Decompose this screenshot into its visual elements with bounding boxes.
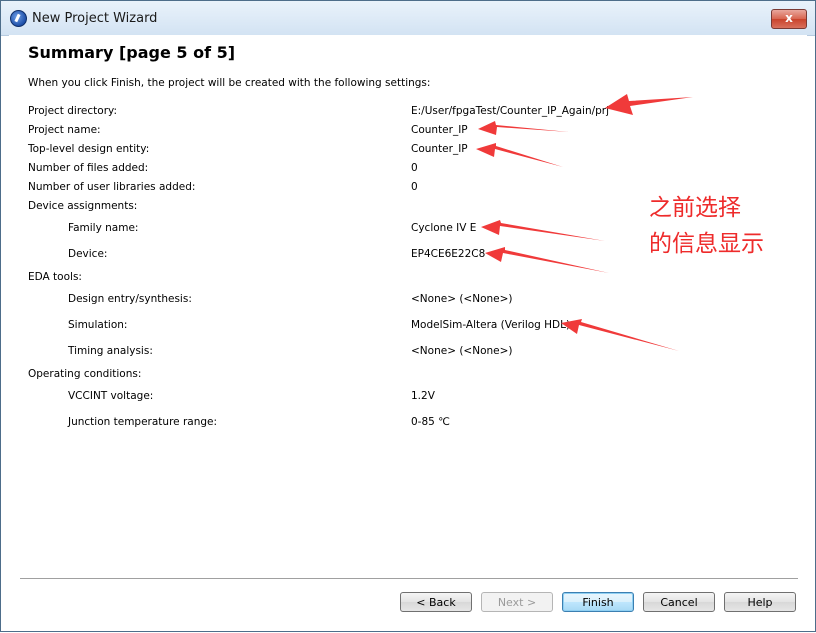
label-timing-analysis: Timing analysis: [68, 345, 153, 357]
title-bar[interactable]: New Project Wizard x [1, 1, 815, 36]
value-junction-temperature: 0-85 ℃ [411, 416, 450, 428]
close-button[interactable]: x [771, 9, 807, 29]
value-top-level-entity: Counter_IP [411, 143, 468, 155]
window-title: New Project Wizard [32, 11, 158, 26]
quartus-icon [10, 10, 27, 27]
value-device: EP4CE6E22C8 [411, 248, 486, 260]
label-project-directory: Project directory: [28, 105, 118, 117]
back-button[interactable]: < Back [400, 592, 472, 612]
annotation-line-1: 之前选择 [649, 195, 741, 221]
label-vccint-voltage: VCCINT voltage: [68, 390, 154, 402]
value-files-added: 0 [411, 162, 418, 174]
page-title: Summary [page 5 of 5] [28, 43, 236, 62]
value-project-name: Counter_IP [411, 124, 468, 136]
label-device: Device: [68, 248, 108, 260]
next-button[interactable]: Next > [481, 592, 553, 612]
value-design-entry: <None> (<None>) [411, 293, 513, 305]
label-user-libraries: Number of user libraries added: [28, 181, 196, 193]
footer-divider [20, 578, 798, 580]
cancel-button[interactable]: Cancel [643, 592, 715, 612]
value-simulation: ModelSim-Altera (Verilog HDL) [411, 319, 571, 331]
value-timing-analysis: <None> (<None>) [411, 345, 513, 357]
label-junction-temperature: Junction temperature range: [68, 416, 218, 428]
label-top-level-entity: Top-level design entity: [28, 143, 150, 155]
label-design-entry: Design entry/synthesis: [68, 293, 192, 305]
annotation-line-2: 的信息显示 [649, 231, 764, 257]
label-simulation: Simulation: [68, 319, 128, 331]
value-vccint-voltage: 1.2V [411, 390, 435, 402]
label-operating-conditions: Operating conditions: [28, 368, 142, 380]
intro-text: When you click Finish, the project will … [28, 77, 431, 89]
value-project-directory: E:/User/fpgaTest/Counter_IP_Again/prj [411, 105, 610, 117]
help-button[interactable]: Help [724, 592, 796, 612]
label-project-name: Project name: [28, 124, 101, 136]
value-family-name: Cyclone IV E [411, 222, 477, 234]
label-files-added: Number of files added: [28, 162, 149, 174]
label-eda-tools: EDA tools: [28, 271, 82, 283]
label-family-name: Family name: [68, 222, 139, 234]
wizard-content: Summary [page 5 of 5] When you click Fin… [9, 35, 807, 625]
finish-button[interactable]: Finish [562, 592, 634, 612]
label-device-assignments: Device assignments: [28, 200, 138, 212]
wizard-window: New Project Wizard x Summary [page 5 of … [0, 0, 816, 632]
value-user-libraries: 0 [411, 181, 418, 193]
